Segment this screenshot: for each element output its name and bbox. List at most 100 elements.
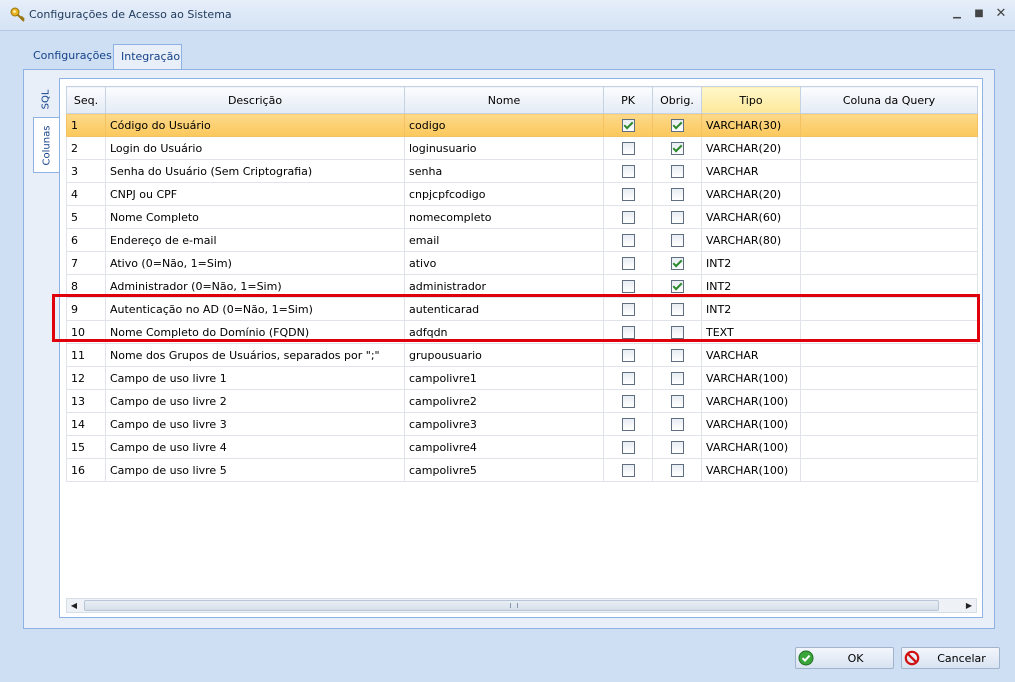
cell-nome[interactable]: cnpjcpfcodigo	[404, 182, 604, 206]
table-row[interactable]: 4 CNPJ ou CPF cnpjcpfcodigo VARCHAR(20)	[66, 182, 978, 206]
cell-descricao[interactable]: Nome Completo	[105, 205, 405, 229]
cell-seq[interactable]: 11	[66, 343, 106, 367]
cell-seq[interactable]: 9	[66, 297, 106, 321]
cell-nome[interactable]: campolivre2	[404, 389, 604, 413]
cell-tipo[interactable]: INT2	[701, 274, 801, 298]
cell-obrig[interactable]	[652, 366, 702, 390]
table-row[interactable]: 16 Campo de uso livre 5 campolivre5 VARCHAR…	[66, 458, 978, 482]
checkbox[interactable]	[621, 164, 635, 178]
cell-descricao[interactable]: Campo de uso livre 5	[105, 458, 405, 482]
cell-pk[interactable]	[603, 274, 653, 298]
scroll-left-icon[interactable]: ◀	[67, 599, 81, 612]
cell-coluna-query[interactable]	[800, 274, 978, 298]
cell-nome[interactable]: autenticarad	[404, 297, 604, 321]
cell-seq[interactable]: 16	[66, 458, 106, 482]
cell-descricao[interactable]: Código do Usuário	[105, 113, 405, 137]
checkbox[interactable]	[621, 187, 635, 201]
checkbox[interactable]	[670, 417, 684, 431]
cell-seq[interactable]: 1	[66, 113, 106, 137]
cell-seq[interactable]: 8	[66, 274, 106, 298]
checkbox-checked[interactable]	[670, 118, 684, 132]
cell-seq[interactable]: 13	[66, 389, 106, 413]
cell-obrig[interactable]	[652, 205, 702, 229]
cell-nome[interactable]: campolivre5	[404, 458, 604, 482]
scroll-right-icon[interactable]: ▶	[962, 599, 976, 612]
cell-pk[interactable]	[603, 343, 653, 367]
cell-seq[interactable]: 6	[66, 228, 106, 252]
table-row[interactable]: 6 Endereço de e-mail email VARCHAR(80)	[66, 228, 978, 252]
table-row[interactable]: 10 Nome Completo do Domínio (FQDN) adfqdn T…	[66, 320, 978, 344]
cell-nome[interactable]: campolivre3	[404, 412, 604, 436]
checkbox-checked[interactable]	[670, 256, 684, 270]
cell-descricao[interactable]: Nome Completo do Domínio (FQDN)	[105, 320, 405, 344]
cell-coluna-query[interactable]	[800, 205, 978, 229]
checkbox-checked[interactable]	[621, 118, 635, 132]
checkbox[interactable]	[621, 256, 635, 270]
table-row[interactable]: 14 Campo de uso livre 3 campolivre3 VARCHAR…	[66, 412, 978, 436]
cell-tipo[interactable]: VARCHAR(60)	[701, 205, 801, 229]
cell-pk[interactable]	[603, 136, 653, 160]
cell-obrig[interactable]	[652, 136, 702, 160]
cell-seq[interactable]: 5	[66, 205, 106, 229]
cell-coluna-query[interactable]	[800, 389, 978, 413]
checkbox[interactable]	[621, 348, 635, 362]
cell-nome[interactable]: campolivre1	[404, 366, 604, 390]
cell-tipo[interactable]: TEXT	[701, 320, 801, 344]
cell-obrig[interactable]	[652, 228, 702, 252]
table-row[interactable]: 11 Nome dos Grupos de Usuários, separados…	[66, 343, 978, 367]
checkbox[interactable]	[621, 440, 635, 454]
cell-pk[interactable]	[603, 320, 653, 344]
cell-nome[interactable]: ativo	[404, 251, 604, 275]
cell-pk[interactable]	[603, 159, 653, 183]
cell-coluna-query[interactable]	[800, 159, 978, 183]
table-row[interactable]: 15 Campo de uso livre 4 campolivre4 VARCHAR…	[66, 435, 978, 459]
cell-seq[interactable]: 2	[66, 136, 106, 160]
cell-pk[interactable]	[603, 182, 653, 206]
cell-descricao[interactable]: Senha do Usuário (Sem Criptografia)	[105, 159, 405, 183]
cell-tipo[interactable]: VARCHAR(100)	[701, 366, 801, 390]
cell-tipo[interactable]: VARCHAR(30)	[701, 113, 801, 137]
maximize-button[interactable]: ■	[970, 6, 988, 22]
cell-nome[interactable]: campolivre4	[404, 435, 604, 459]
header-coluna-query[interactable]: Coluna da Query	[800, 86, 978, 114]
tab-colunas[interactable]: Colunas	[33, 117, 59, 173]
cell-descricao[interactable]: Autenticação no AD (0=Não, 1=Sim)	[105, 297, 405, 321]
cell-tipo[interactable]: VARCHAR(100)	[701, 389, 801, 413]
checkbox[interactable]	[670, 371, 684, 385]
header-pk[interactable]: PK	[603, 86, 653, 114]
table-row[interactable]: 7 Ativo (0=Não, 1=Sim) ativo INT2	[66, 251, 978, 275]
cell-tipo[interactable]: VARCHAR	[701, 343, 801, 367]
cell-obrig[interactable]	[652, 458, 702, 482]
cell-coluna-query[interactable]	[800, 228, 978, 252]
cell-tipo[interactable]: VARCHAR(100)	[701, 458, 801, 482]
table-row[interactable]: 13 Campo de uso livre 2 campolivre2 VARCHAR…	[66, 389, 978, 413]
cell-descricao[interactable]: Campo de uso livre 2	[105, 389, 405, 413]
checkbox[interactable]	[670, 302, 684, 316]
cell-obrig[interactable]	[652, 389, 702, 413]
cell-coluna-query[interactable]	[800, 458, 978, 482]
checkbox[interactable]	[621, 394, 635, 408]
cell-tipo[interactable]: VARCHAR(80)	[701, 228, 801, 252]
cell-pk[interactable]	[603, 113, 653, 137]
header-nome[interactable]: Nome	[404, 86, 604, 114]
cell-descricao[interactable]: Nome dos Grupos de Usuários, separados p…	[105, 343, 405, 367]
cell-tipo[interactable]: INT2	[701, 297, 801, 321]
cell-obrig[interactable]	[652, 159, 702, 183]
cell-nome[interactable]: codigo	[404, 113, 604, 137]
cell-coluna-query[interactable]	[800, 136, 978, 160]
horizontal-scrollbar[interactable]: ◀ ▶	[66, 598, 977, 613]
table-row[interactable]: 3 Senha do Usuário (Sem Criptografia) senh…	[66, 159, 978, 183]
cell-pk[interactable]	[603, 458, 653, 482]
cancel-button[interactable]: Cancelar	[901, 647, 1000, 669]
checkbox[interactable]	[621, 141, 635, 155]
cell-seq[interactable]: 7	[66, 251, 106, 275]
checkbox[interactable]	[621, 302, 635, 316]
header-tipo[interactable]: Tipo	[701, 86, 801, 114]
cell-pk[interactable]	[603, 297, 653, 321]
checkbox[interactable]	[621, 210, 635, 224]
checkbox[interactable]	[670, 210, 684, 224]
checkbox[interactable]	[621, 279, 635, 293]
cell-coluna-query[interactable]	[800, 343, 978, 367]
table-row[interactable]: 9 Autenticação no AD (0=Não, 1=Sim) autent…	[66, 297, 978, 321]
cell-coluna-query[interactable]	[800, 297, 978, 321]
